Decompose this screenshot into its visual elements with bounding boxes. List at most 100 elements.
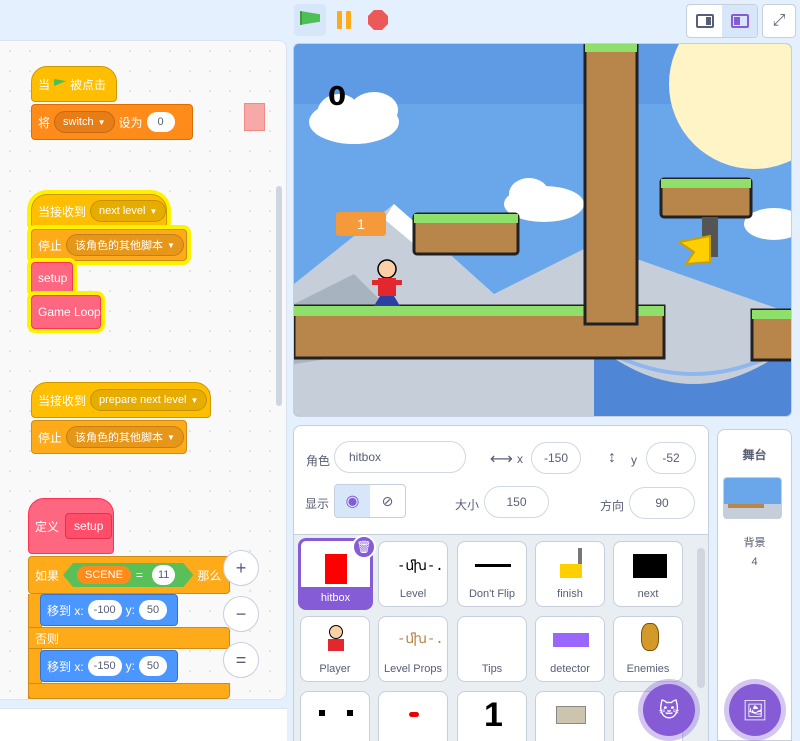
block-text: Game Loop <box>38 305 101 319</box>
normal-stage-icon <box>730 14 749 28</box>
caret-down-icon: ▼ <box>167 432 175 442</box>
pineapple-thumb <box>641 623 659 651</box>
block-text: 移到 x: <box>47 659 84 674</box>
stop-button[interactable] <box>362 4 394 36</box>
sprite-tile[interactable]: 1 <box>457 691 527 741</box>
define-setup-block[interactable]: 定义 setup <box>28 498 114 554</box>
scene-variable-reporter[interactable]: SCENE <box>77 566 131 584</box>
sprite-tile-enemies[interactable]: Enemies <box>613 616 683 682</box>
backdrop-count: 4 <box>751 556 758 568</box>
sprite-tile-dont-flip[interactable]: Don't Flip <box>457 541 527 607</box>
fullscreen-icon: ⤢ <box>772 12 786 29</box>
when-receive-prepare-next-level-block[interactable]: 当接收到 prepare next level ▼ <box>31 382 211 418</box>
x-input[interactable]: -100 <box>87 600 122 620</box>
dropdown-value: next level <box>99 205 146 217</box>
pause-button[interactable] <box>328 4 360 36</box>
small-stage-button[interactable] <box>687 5 722 37</box>
code-area-bottom <box>0 708 287 741</box>
message-dropdown[interactable]: prepare next level ▼ <box>90 389 208 411</box>
dot-thumb <box>319 710 325 716</box>
go-to-xy-block[interactable]: 移到 x: -100 y: 50 <box>40 594 178 626</box>
block-text: y: <box>125 603 135 617</box>
show-button[interactable]: ◉ <box>335 485 370 517</box>
x-input[interactable]: -150 <box>531 442 581 474</box>
sprite-tile-tips[interactable]: Tips <box>457 616 527 682</box>
sprite-list-scrollbar[interactable] <box>697 548 705 688</box>
sprite-name: detector <box>550 663 590 675</box>
stop-other-scripts-block[interactable]: 停止 该角色的其他脚本 ▼ <box>31 420 187 454</box>
fullscreen-button[interactable]: ⤢ <box>762 4 796 38</box>
sprite-label: 角色 <box>306 454 331 468</box>
hide-button[interactable]: ⊘ <box>370 485 405 517</box>
set-variable-block[interactable]: 将 switch ▼ 设为 0 <box>31 104 193 140</box>
sprite-tile-detector[interactable]: detector <box>535 616 605 682</box>
sprite-name: Level <box>399 588 427 600</box>
stage-layout-toggle <box>686 4 758 38</box>
sprite-tile[interactable] <box>300 691 370 741</box>
green-flag-button[interactable] <box>294 4 326 36</box>
delete-sprite-button[interactable]: 🗑 <box>352 535 376 559</box>
sprite-name: finish <box>557 588 583 600</box>
number-one-thumb: 1 <box>484 696 503 734</box>
variable-dropdown[interactable]: switch ▼ <box>54 111 115 133</box>
sprite-tile-next[interactable]: next <box>613 541 683 607</box>
normal-stage-button[interactable] <box>722 5 757 37</box>
sprite-tile[interactable] <box>378 691 448 741</box>
zoom-reset-icon: = <box>235 649 247 670</box>
player-body-thumb <box>328 639 344 651</box>
visibility-toggle: ◉ ⊘ <box>334 484 406 518</box>
value-input[interactable]: 0 <box>146 112 175 132</box>
sprite-name: Player <box>319 663 351 675</box>
level-variable-monitor: 1 <box>336 212 386 236</box>
direction-input[interactable]: 90 <box>629 487 695 519</box>
define-name-reporter[interactable]: setup <box>65 513 113 539</box>
stage-canvas[interactable]: 0 1 <box>293 43 792 417</box>
red-dash-thumb <box>409 712 419 717</box>
sprite-name: Enemies <box>626 663 670 675</box>
y-input[interactable]: 50 <box>139 656 167 676</box>
level-thumb: -ﬗ-. <box>397 558 444 574</box>
value-input[interactable]: 11 <box>152 565 175 585</box>
code-scrollbar[interactable] <box>276 186 282 406</box>
block-text: 移到 x: <box>47 603 84 618</box>
sprite-tile-hitbox[interactable]: hitbox 🗑 <box>298 535 376 610</box>
sprite-name-input[interactable]: hitbox <box>334 441 466 473</box>
zoom-out-button[interactable]: − <box>223 596 259 632</box>
message-dropdown[interactable]: next level ▼ <box>90 200 167 222</box>
sprite-tile-player[interactable]: Player <box>300 616 370 682</box>
when-receive-next-level-block[interactable]: 当接收到 next level ▼ <box>31 194 167 228</box>
sprite-tile[interactable] <box>535 691 605 741</box>
x-label: x <box>517 452 523 466</box>
block-text: setup <box>38 271 68 285</box>
size-input[interactable]: 150 <box>484 486 549 518</box>
block-text: y: <box>125 659 135 673</box>
block-text: 那么 <box>197 568 222 583</box>
zoom-in-button[interactable]: + <box>223 550 259 586</box>
stop-option-dropdown[interactable]: 该角色的其他脚本 ▼ <box>66 234 184 256</box>
show-label: 显示 <box>305 497 330 511</box>
backdrop-thumbnail[interactable] <box>723 477 782 519</box>
sprite-tile-finish[interactable]: finish <box>535 541 605 607</box>
y-input[interactable]: -52 <box>646 442 696 474</box>
sprite-tile-level[interactable]: -ﬗ-. Level <box>378 541 448 607</box>
y-input[interactable]: 50 <box>139 600 167 620</box>
dropdown-value: 该角色的其他脚本 <box>75 240 164 252</box>
choose-backdrop-button[interactable]: 🖼 <box>729 684 781 736</box>
if-else-bottom <box>28 683 230 699</box>
sprite-tile-level-props[interactable]: -ﬗ-. Level Props <box>378 616 448 682</box>
go-to-xy-block[interactable]: 移到 x: -150 y: 50 <box>40 650 178 682</box>
block-text: 当接收到 <box>38 393 87 408</box>
finish-flag-thumb <box>560 564 582 578</box>
block-text: 被点击 <box>70 77 107 92</box>
when-flag-clicked-block[interactable]: 当 被点击 <box>31 66 117 102</box>
call-setup-block[interactable]: setup <box>31 262 73 294</box>
stop-other-scripts-block[interactable]: 停止 该角色的其他脚本 ▼ <box>31 229 187 261</box>
zoom-reset-button[interactable]: = <box>223 642 259 678</box>
equals-operator[interactable]: SCENE = 11 <box>63 563 193 587</box>
if-else-block[interactable]: 如果 SCENE = 11 那么 <box>28 556 230 594</box>
stop-option-dropdown[interactable]: 该角色的其他脚本 ▼ <box>66 426 184 448</box>
choose-sprite-button[interactable]: 🐱 <box>643 684 695 736</box>
detector-thumb <box>553 633 589 647</box>
x-input[interactable]: -150 <box>87 656 122 676</box>
call-game-loop-block[interactable]: Game Loop <box>31 295 101 329</box>
